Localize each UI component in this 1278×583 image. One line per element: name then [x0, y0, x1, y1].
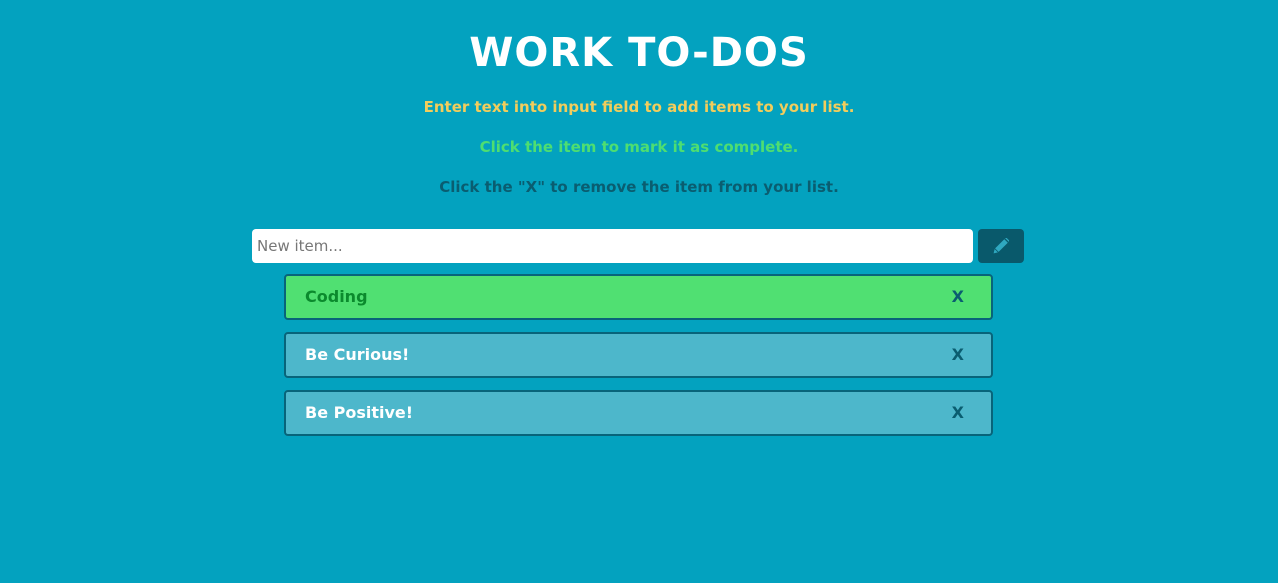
- todo-item-coding[interactable]: Coding X: [284, 274, 993, 320]
- page-title: WORK TO-DOS: [469, 30, 809, 76]
- remove-item-button[interactable]: X: [952, 276, 964, 318]
- remove-item-button[interactable]: X: [952, 392, 964, 434]
- todo-item-label: Be Curious!: [305, 345, 410, 364]
- todo-item-label: Be Positive!: [305, 403, 414, 422]
- instruction-remove: Click the "X" to remove the item from yo…: [439, 178, 839, 196]
- todo-item-be-curious[interactable]: Be Curious! X: [284, 332, 993, 378]
- instruction-add: Enter text into input field to add items…: [423, 98, 855, 116]
- add-item-row: [252, 229, 1024, 263]
- todo-list: Coding X Be Curious! X Be Positive! X: [284, 274, 993, 448]
- add-item-button[interactable]: [978, 229, 1024, 263]
- pencil-icon: [993, 238, 1009, 254]
- todo-item-be-positive[interactable]: Be Positive! X: [284, 390, 993, 436]
- remove-item-button[interactable]: X: [952, 334, 964, 376]
- instruction-complete: Click the item to mark it as complete.: [479, 138, 799, 156]
- todo-item-label: Coding: [305, 287, 368, 306]
- new-item-input[interactable]: [252, 229, 973, 263]
